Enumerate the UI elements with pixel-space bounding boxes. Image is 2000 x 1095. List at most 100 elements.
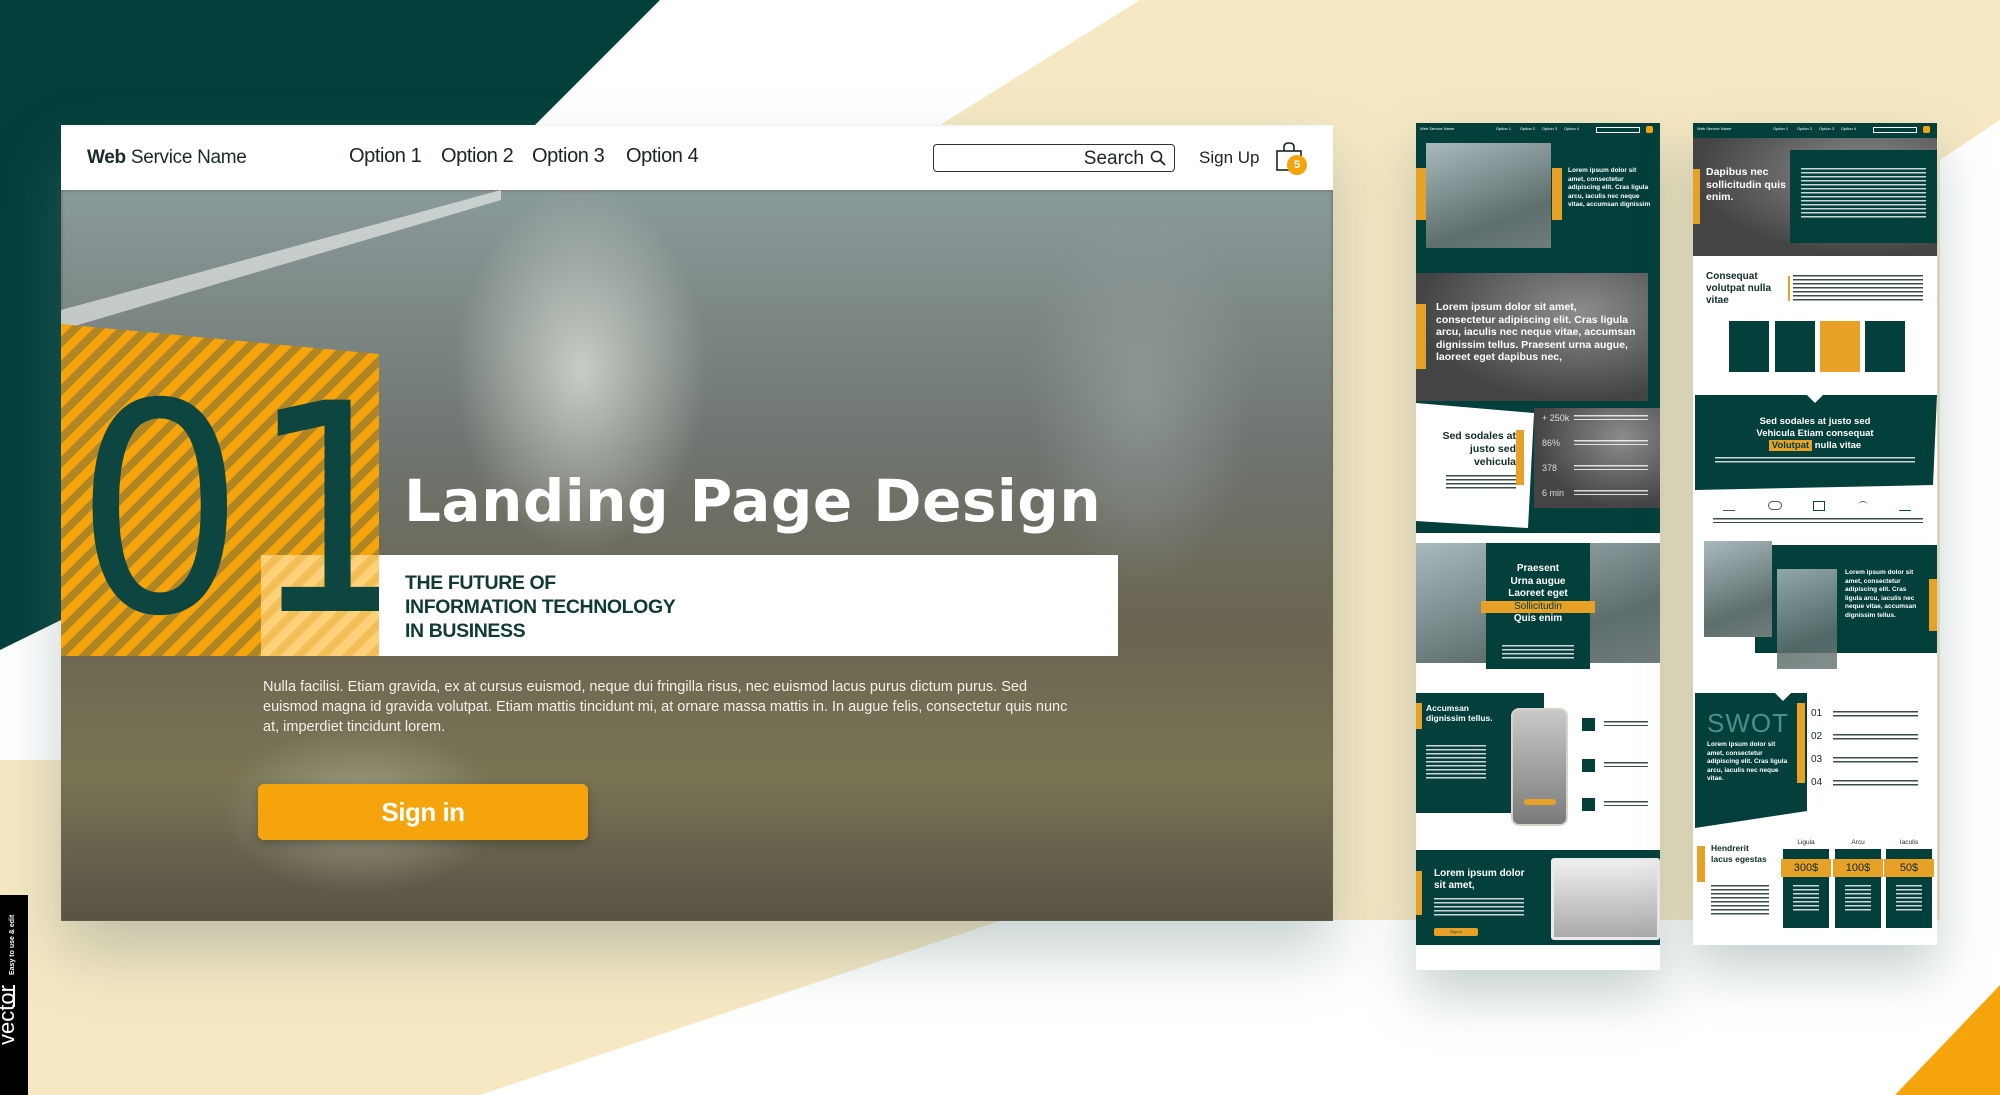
phone-mockup bbox=[1511, 708, 1568, 826]
banner-text: Lorem ipsum dolor sit amet, consectetur … bbox=[1436, 301, 1636, 363]
plan-desc bbox=[1793, 885, 1819, 913]
hero-title: Landing Page Design bbox=[404, 467, 1102, 535]
stat-value: + 250k bbox=[1542, 413, 1570, 423]
stat-desc bbox=[1574, 415, 1648, 420]
brand-logo[interactable]: Web Service Name bbox=[87, 147, 247, 169]
paragraph-lines bbox=[1801, 168, 1926, 218]
accent-bar bbox=[1416, 168, 1426, 220]
nav-option-2[interactable]: Option 2 bbox=[441, 145, 514, 168]
mini-nav-item[interactable]: Option 1 bbox=[1496, 126, 1511, 131]
swot-number: 02 bbox=[1811, 731, 1823, 742]
icon-labels bbox=[1713, 518, 1923, 523]
vector-watermark-word: vector bbox=[0, 985, 19, 1045]
mini-nav-item[interactable]: Option 4 bbox=[1564, 126, 1579, 131]
nav-option-4[interactable]: Option 4 bbox=[626, 145, 699, 168]
phone-button bbox=[1524, 799, 1556, 805]
band-tail: nulla vitae bbox=[1812, 440, 1862, 451]
intro-text: Lorem ipsum dolor sit amet, consectetur … bbox=[1568, 167, 1651, 208]
stat-value: 6 min bbox=[1542, 488, 1565, 498]
swot-item bbox=[1833, 734, 1918, 740]
main-landing-page-mockup: Web Service Name Option 1 Option 2 Optio… bbox=[61, 127, 1333, 921]
mini-nav-item[interactable]: Option 3 bbox=[1542, 126, 1557, 131]
cart-icon bbox=[1813, 501, 1825, 511]
mini-navbar: Web Service Name Option 1 Option 2 Optio… bbox=[1416, 123, 1660, 138]
swot-number: 03 bbox=[1811, 754, 1823, 765]
accent-line bbox=[1788, 276, 1790, 301]
band-heading: Sed sodales at justo sed Vehicula Etiam … bbox=[1703, 416, 1927, 452]
feature-desc bbox=[1604, 801, 1648, 806]
accent-bar bbox=[1697, 846, 1705, 882]
plan-price: 100$ bbox=[1833, 859, 1883, 877]
info-card bbox=[1865, 321, 1905, 372]
swot-item bbox=[1833, 711, 1918, 717]
subtitle-line: THE FUTURE OF bbox=[405, 572, 556, 594]
info-card bbox=[1729, 321, 1769, 372]
search-icon[interactable] bbox=[1150, 150, 1166, 166]
stat-value: 378 bbox=[1542, 463, 1558, 473]
feature-highlight: Sollicitudin bbox=[1481, 600, 1595, 613]
mini-search-input[interactable] bbox=[1596, 127, 1640, 133]
band-line: Vehicula Etiam consequat bbox=[1756, 428, 1874, 439]
cart-count-badge: 5 bbox=[1287, 155, 1307, 175]
watermark-dash bbox=[13, 985, 15, 1007]
plant-icon bbox=[1899, 501, 1911, 511]
plan-desc bbox=[1845, 885, 1871, 913]
section-number: 01 bbox=[75, 343, 422, 680]
hero-body-text: Nulla facilisi. Etiam gravida, ex at cur… bbox=[263, 679, 1068, 735]
swot-text: Lorem ipsum dolor sit amet, consectetur … bbox=[1707, 741, 1788, 782]
feature-line: Quis enim bbox=[1513, 613, 1563, 624]
feature-line: Laoreet eget bbox=[1508, 588, 1568, 599]
mini-brand: Web Service Name bbox=[1420, 126, 1455, 131]
mini-brand: Web Service Name bbox=[1697, 126, 1732, 131]
band-highlight: Volutpat bbox=[1768, 440, 1813, 451]
swot-number: 01 bbox=[1811, 708, 1823, 719]
street-photo bbox=[1704, 541, 1772, 637]
mini-nav-item[interactable]: Option 4 bbox=[1841, 126, 1856, 131]
mini-nav-item[interactable]: Option 3 bbox=[1819, 126, 1834, 131]
plan-desc bbox=[1896, 885, 1922, 913]
mini-nav-item[interactable]: Option 2 bbox=[1520, 126, 1535, 131]
accent-bar bbox=[1416, 304, 1426, 369]
sign-up-link[interactable]: Sign Up bbox=[1199, 148, 1259, 168]
section-heading: Consequat volutpat nulla vitae bbox=[1706, 271, 1771, 306]
info-card bbox=[1775, 321, 1815, 372]
stats-heading: Sed sodales at justo sed vehicula bbox=[1442, 430, 1516, 468]
photo-card-text: Lorem ipsum dolor sit amet, consectetur … bbox=[1845, 569, 1917, 619]
vector-watermark-tagline: Easy to use & edit bbox=[9, 914, 16, 975]
mini-page-mockup-2: Web Service Name Option 1 Option 2 Optio… bbox=[1693, 123, 1937, 945]
mini-nav-item[interactable]: Option 1 bbox=[1773, 126, 1788, 131]
mini-search-input[interactable] bbox=[1873, 127, 1917, 133]
plan-name: Arcu bbox=[1851, 839, 1865, 846]
feature-icon bbox=[1582, 798, 1595, 811]
accent-bar bbox=[1929, 579, 1937, 631]
pricing-heading: Hendrerit lacus egestas bbox=[1711, 843, 1767, 864]
feature-desc bbox=[1604, 762, 1648, 767]
nav-option-3[interactable]: Option 3 bbox=[532, 145, 605, 168]
mini-cart-icon[interactable] bbox=[1923, 126, 1930, 133]
mini-cart-icon[interactable] bbox=[1646, 126, 1653, 133]
feature-text: Praesent Urna augue Laoreet eget Sollici… bbox=[1481, 563, 1595, 626]
subtitle-line: IN BUSINESS bbox=[405, 620, 526, 642]
nav-option-1[interactable]: Option 1 bbox=[349, 145, 422, 168]
navbar: Web Service Name Option 1 Option 2 Optio… bbox=[61, 127, 1333, 190]
sign-in-button[interactable]: Sign in bbox=[258, 784, 588, 840]
plan-name: Ligula bbox=[1797, 839, 1815, 846]
plan-name: Iaculis bbox=[1899, 839, 1919, 846]
accent-bar bbox=[1797, 703, 1805, 783]
accent-bar bbox=[1552, 168, 1562, 220]
stat-desc bbox=[1574, 490, 1648, 495]
search-input[interactable]: Search bbox=[933, 144, 1175, 172]
subtitle-line: INFORMATION TECHNOLOGY bbox=[405, 596, 676, 618]
mini-page-mockup-1: Web Service Name Option 1 Option 2 Optio… bbox=[1416, 123, 1660, 970]
feature-icon bbox=[1582, 718, 1595, 731]
mini-nav-item[interactable]: Option 2 bbox=[1797, 126, 1812, 131]
curve-icon bbox=[1858, 501, 1868, 511]
feature-icon bbox=[1582, 759, 1595, 772]
stat-desc bbox=[1574, 465, 1648, 470]
info-card-highlighted bbox=[1820, 321, 1860, 372]
plan-price: 50$ bbox=[1884, 859, 1934, 877]
hero-heading: Dapibus nec sollicitudin quis enim. bbox=[1706, 166, 1786, 203]
laptop-mockup bbox=[1551, 858, 1660, 940]
footer-sign-in-button[interactable]: Sign in bbox=[1434, 928, 1478, 936]
feature-desc bbox=[1604, 721, 1648, 726]
